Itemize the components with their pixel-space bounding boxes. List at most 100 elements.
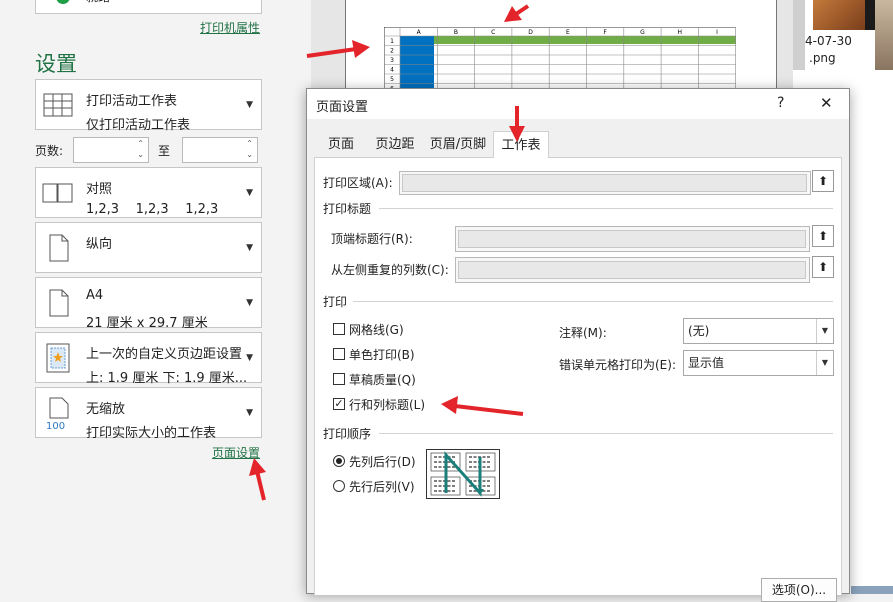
gridlines-label: 网格线(G) [349, 323, 404, 337]
printer-selector[interactable]: 就绪 [35, 0, 262, 14]
collate-icon [42, 183, 73, 203]
section-divider [379, 433, 833, 434]
errors-select[interactable]: 显示值 ▼ [683, 350, 834, 376]
collapse-dialog-icon[interactable]: ⬆ [812, 225, 834, 247]
preview-col-header: H [677, 29, 682, 36]
preview-col-header: I [716, 29, 718, 36]
custom-margins-icon [46, 343, 70, 373]
chevron-down-icon: ▼ [816, 319, 833, 343]
chevron-down-icon: ▼ [246, 243, 253, 253]
preview-sheet: ABCDEFGHI 123456 [384, 27, 736, 93]
preview-green-row [434, 36, 736, 44]
pages-from-input[interactable]: ⌃ ⌄ [73, 137, 149, 163]
print-order-section: 打印顺序 [323, 427, 372, 441]
dialog-title: 页面设置 [316, 100, 369, 115]
cols-repeat-label: 从左侧重复的列数(C): [331, 263, 449, 277]
paper-size-desc: 21 厘米 x 29.7 厘米 [86, 316, 208, 331]
chevron-down-icon: ▼ [816, 351, 833, 375]
file-date-text: 4-07-30 [805, 34, 852, 48]
spin-down-icon[interactable]: ⌄ [246, 150, 253, 159]
paper-icon [49, 289, 69, 317]
comments-label: 注释(M): [559, 326, 607, 340]
draft-label: 草稿质量(Q) [349, 373, 416, 387]
mono-label: 单色打印(B) [349, 348, 415, 362]
margins-label: 上一次的自定义页边距设置 [86, 347, 243, 362]
comments-value: (无) [688, 324, 710, 338]
printer-properties-link[interactable]: 打印机属性 [200, 19, 260, 36]
help-button[interactable]: ? [777, 95, 784, 111]
orientation-label: 纵向 [86, 237, 113, 252]
thumbnail-image[interactable] [875, 0, 893, 70]
draft-checkbox[interactable] [333, 373, 345, 385]
settings-title: 设置 [35, 52, 77, 76]
margins-desc: 上: 1.9 厘米 下: 1.9 厘米... [86, 371, 248, 386]
cols-repeat-input[interactable] [458, 261, 806, 279]
section-divider [353, 301, 833, 302]
collate-desc: 1,2,3 1,2,3 1,2,3 [86, 202, 219, 217]
collate-label: 对照 [86, 182, 113, 197]
headings-checkbox[interactable]: ✓ [333, 398, 345, 410]
chevron-down-icon: ▼ [246, 100, 253, 110]
print-titles-section: 打印标题 [323, 202, 372, 216]
tab-margins[interactable]: 页边距 [369, 133, 421, 157]
gridlines-checkbox[interactable] [333, 323, 345, 335]
preview-col-header: B [454, 29, 458, 36]
tab-sheet[interactable]: 工作表 [493, 131, 549, 158]
preview-row-header: 5 [390, 76, 394, 83]
pages-label: 页数: [35, 144, 64, 158]
preview-col-header: F [603, 29, 607, 36]
section-divider [379, 208, 833, 209]
chevron-down-icon: ▼ [246, 298, 253, 308]
collapse-dialog-icon[interactable]: ⬆ [812, 256, 834, 278]
page-setup-link[interactable]: 页面设置 [212, 444, 260, 461]
portrait-page-icon [49, 234, 69, 262]
paper-size-label: A4 [86, 288, 104, 303]
scaling-desc: 打印实际大小的工作表 [86, 426, 217, 441]
errors-label: 错误单元格打印为(E): [559, 358, 676, 372]
pages-to-input[interactable]: ⌃ ⌄ [182, 137, 258, 163]
preview-col-header: G [640, 29, 645, 36]
page-setup-dialog: 页面设置 ? ✕ 页面 页边距 页眉/页脚 工作表 打印区域(A): ⬆ 打印标… [306, 88, 850, 602]
print-what-label: 打印活动工作表 [86, 94, 178, 109]
print-what-desc: 仅打印活动工作表 [86, 118, 191, 133]
errors-value: 显示值 [688, 356, 725, 370]
print-section: 打印 [323, 295, 348, 309]
orientation-dropdown[interactable]: 纵向 ▼ [35, 222, 262, 273]
close-button[interactable]: ✕ [820, 94, 833, 112]
file-ext-text: .png [809, 51, 836, 65]
order-down-radio[interactable] [333, 455, 345, 467]
print-order-preview-icon [426, 449, 500, 499]
tab-page[interactable]: 页面 [315, 133, 367, 157]
printer-status: 就绪 [86, 0, 110, 5]
rows-repeat-label: 顶端标题行(R): [331, 232, 413, 246]
margins-dropdown[interactable]: 上一次的自定义页边距设置 上: 1.9 厘米 下: 1.9 厘米... ▼ [35, 332, 262, 386]
spin-up-icon[interactable]: ⌃ [246, 139, 253, 148]
preview-row-header: 3 [390, 57, 394, 64]
printer-ready-icon [56, 0, 70, 4]
scaling-dropdown[interactable]: 100 无缩放 打印实际大小的工作表 ▼ [35, 387, 262, 441]
rows-repeat-input[interactable] [458, 230, 806, 248]
preview-row-header: 4 [390, 67, 394, 74]
spin-down-icon[interactable]: ⌄ [137, 150, 144, 159]
comments-select[interactable]: (无) ▼ [683, 318, 834, 344]
tab-header-footer[interactable]: 页眉/页脚 [423, 133, 493, 157]
collapse-dialog-icon[interactable]: ⬆ [812, 170, 834, 192]
collate-dropdown[interactable]: 对照 1,2,3 1,2,3 1,2,3 ▼ [35, 167, 262, 218]
thumbnail-image[interactable] [851, 586, 893, 594]
options-button[interactable]: 选项(O)... [761, 578, 837, 602]
no-scaling-icon: 100 [46, 397, 69, 430]
print-what-dropdown[interactable]: 打印活动工作表 仅打印活动工作表 ▼ [35, 79, 262, 133]
preview-col-header: D [528, 29, 533, 36]
chevron-down-icon: ▼ [246, 353, 253, 363]
chevron-down-icon: ▼ [246, 188, 253, 198]
to-label: 至 [158, 144, 171, 158]
paper-size-dropdown[interactable]: A4 21 厘米 x 29.7 厘米 ▼ [35, 277, 262, 331]
spin-up-icon[interactable]: ⌃ [137, 139, 144, 148]
order-over-radio[interactable] [333, 480, 345, 492]
print-area-input[interactable] [402, 174, 807, 192]
mono-checkbox[interactable] [333, 348, 345, 360]
thumbnail-image[interactable] [813, 0, 865, 30]
print-area-label: 打印区域(A): [323, 176, 393, 190]
scaling-label: 无缩放 [86, 402, 126, 417]
thumbnail-scroll [793, 0, 805, 70]
